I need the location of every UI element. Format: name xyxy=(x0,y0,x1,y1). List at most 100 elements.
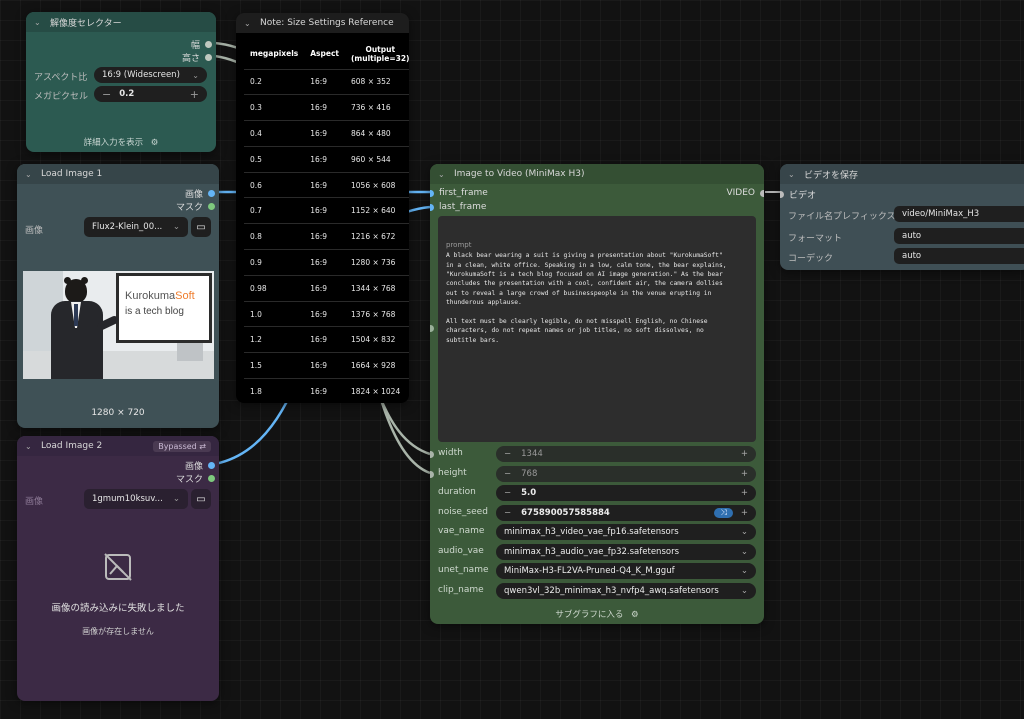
input-dot-icon[interactable] xyxy=(430,189,434,197)
format-select[interactable]: auto xyxy=(894,228,1024,244)
collapse-chevron-icon[interactable]: ⌄ xyxy=(244,19,254,28)
table-row: 0.2 16:9 608 × 352 xyxy=(244,68,409,95)
codec-select[interactable]: auto xyxy=(894,248,1024,264)
combo-select[interactable]: qwen3vl_32b_minimax_h3_nvfp4_awq.safeten… xyxy=(496,582,756,599)
bypassed-badge[interactable]: Bypassed ⇄ xyxy=(153,440,211,452)
node-title: ビデオを保存 xyxy=(804,170,859,181)
save-video-node[interactable]: ⌄ ビデオを保存 ビデオ ファイル名プレフィックス video/MiniMax_… xyxy=(780,164,1024,270)
combo-select[interactable]: MiniMax-H3-FL2VA-Pruned-Q4_K_M.gguf ⌄ xyxy=(496,563,756,579)
resolution-node-header[interactable]: ⌄ 解像度セレクター xyxy=(26,12,216,32)
image-label: 画像 xyxy=(25,226,44,236)
show-details-link[interactable]: 詳細入力を表示 ⚙ xyxy=(26,136,216,148)
output-image[interactable]: 画像 xyxy=(185,459,215,472)
aspect-select[interactable]: 16:9 (Widescreen) ⌄ xyxy=(94,67,207,83)
output-dot-icon[interactable] xyxy=(208,462,215,469)
load1-header[interactable]: ⌄ Load Image 1 xyxy=(17,164,219,184)
param-row-vae-name[interactable]: vae_name minimax_h3_video_vae_fp16.safete… xyxy=(430,522,764,542)
randomize-icon[interactable]: ⤨ xyxy=(714,507,733,518)
megapixel-value[interactable]: 0.2 xyxy=(119,89,134,99)
input-dot-icon[interactable] xyxy=(430,451,434,458)
increment-button[interactable]: + xyxy=(190,88,199,101)
combo-select[interactable]: minimax_h3_audio_vae_fp32.safetensors ⌄ xyxy=(496,543,756,560)
input-dot-icon[interactable] xyxy=(780,191,784,198)
save-node-header[interactable]: ⌄ ビデオを保存 xyxy=(780,164,1024,184)
param-label: vae_name xyxy=(438,526,485,536)
param-row-noise-seed[interactable]: noise_seed −675890057585884 ⤨ + xyxy=(430,503,764,523)
upload-folder-button[interactable]: ▭ xyxy=(191,217,211,237)
decrement-button[interactable]: − xyxy=(102,88,111,101)
enter-subgraph-link[interactable]: サブグラフに入る ⚙ xyxy=(430,608,764,620)
param-row-unet-name[interactable]: unet_name MiniMax-H3-FL2VA-Pruned-Q4_K_M.… xyxy=(430,561,764,581)
param-row-audio-vae[interactable]: audio_vae minimax_h3_audio_vae_fp32.safet… xyxy=(430,542,764,562)
video-node-header[interactable]: ⌄ Image to Video (MiniMax H3) xyxy=(430,164,764,184)
megapixel-stepper[interactable]: − 0.2 + xyxy=(94,86,207,102)
number-stepper[interactable]: −675890057585884 ⤨ + xyxy=(496,504,756,521)
output-label: 画像 xyxy=(184,190,203,200)
output-label: VIDEO xyxy=(726,188,755,198)
note-header[interactable]: ⌄ Note: Size Settings Reference xyxy=(236,13,409,33)
prefix-value[interactable]: video/MiniMax_H3 xyxy=(902,209,979,219)
output-dot-icon[interactable] xyxy=(208,203,215,210)
number-stepper[interactable]: −5.0 + xyxy=(496,485,756,501)
decrement-button[interactable]: − xyxy=(504,469,511,479)
input-last-frame[interactable]: last_frame xyxy=(430,202,486,212)
output-dot-icon[interactable] xyxy=(208,475,215,482)
param-row-clip-name[interactable]: clip_name qwen3vl_32b_minimax_h3_nvfp4_aw… xyxy=(430,581,764,601)
output-dot-icon[interactable] xyxy=(205,54,212,61)
load2-header[interactable]: ⌄ Load Image 2 Bypassed ⇄ xyxy=(17,436,219,456)
load-image-1-node[interactable]: ⌄ Load Image 1 画像 マスク 画像 Flux2-Klein_00.… xyxy=(17,164,219,428)
image-to-video-node[interactable]: ⌄ Image to Video (MiniMax H3) first_fram… xyxy=(430,164,764,624)
param-value: 1344 xyxy=(521,449,543,459)
output-width[interactable]: 幅 xyxy=(191,38,212,51)
collapse-chevron-icon[interactable]: ⌄ xyxy=(788,170,798,179)
upload-folder-button[interactable]: ▭ xyxy=(191,489,211,509)
file-select[interactable]: 1gmum10ksuv... ⌄ xyxy=(84,489,188,509)
combo-select[interactable]: minimax_h3_video_vae_fp16.safetensors ⌄ xyxy=(496,524,756,540)
collapse-chevron-icon[interactable]: ⌄ xyxy=(34,18,44,27)
prompt-textarea[interactable]: prompt A black bear wearing a suit is giv… xyxy=(438,216,756,442)
prompt-text[interactable]: A black bear wearing a suit is giving a … xyxy=(446,252,727,344)
decrement-button[interactable]: − xyxy=(504,449,511,459)
param-row-height[interactable]: height −768 + xyxy=(430,464,764,484)
decrement-button[interactable]: − xyxy=(504,488,511,498)
increment-button[interactable]: + xyxy=(741,449,748,459)
table-cell: 1.2 xyxy=(244,326,305,353)
resolution-selector-node[interactable]: ⌄ 解像度セレクター 幅 高さ アスペクト比 16:9 (Widescreen)… xyxy=(26,12,216,152)
input-dot-icon[interactable] xyxy=(430,203,434,211)
input-dot-icon[interactable] xyxy=(430,470,434,478)
bear-figure xyxy=(45,277,120,379)
output-dot-icon[interactable] xyxy=(760,189,764,197)
param-row-width[interactable]: width −1344 + xyxy=(430,444,764,464)
param-row-duration[interactable]: duration −5.0 + xyxy=(430,483,764,503)
param-label: noise_seed xyxy=(438,506,488,517)
output-height[interactable]: 高さ xyxy=(182,51,212,64)
table-cell: 1152 × 640 xyxy=(345,197,409,224)
decrement-button[interactable]: − xyxy=(504,508,511,518)
output-mask[interactable]: マスク xyxy=(176,472,215,485)
collapse-chevron-icon[interactable]: ⌄ xyxy=(25,170,35,179)
increment-button[interactable]: + xyxy=(741,469,748,479)
table-cell: 0.8 xyxy=(244,223,305,250)
number-stepper[interactable]: −768 + xyxy=(496,465,756,482)
size-reference-note-node[interactable]: ⌄ Note: Size Settings Reference megapixe… xyxy=(236,13,409,403)
collapse-chevron-icon[interactable]: ⌄ xyxy=(438,170,448,179)
output-image[interactable]: 画像 xyxy=(185,187,215,200)
input-first-frame[interactable]: first_frame xyxy=(430,188,488,198)
number-stepper[interactable]: −1344 + xyxy=(496,446,756,462)
subgraph-icon: ⚙ xyxy=(631,610,639,620)
table-row: 0.4 16:9 864 × 480 xyxy=(244,120,409,147)
param-value: 768 xyxy=(521,468,538,479)
input-video[interactable]: ビデオ xyxy=(780,188,816,201)
increment-button[interactable]: + xyxy=(741,508,748,518)
prompt-input-dot-icon[interactable] xyxy=(430,325,434,332)
output-mask[interactable]: マスク xyxy=(176,200,215,213)
prefix-input[interactable]: video/MiniMax_H3 xyxy=(894,206,1024,222)
increment-button[interactable]: + xyxy=(741,488,748,498)
output-video[interactable]: VIDEO xyxy=(726,188,764,198)
prompt-label: prompt xyxy=(446,240,472,249)
load-image-2-node[interactable]: ⌄ Load Image 2 Bypassed ⇄ 画像 マスク 画像 1gmu… xyxy=(17,436,219,701)
collapse-chevron-icon[interactable]: ⌄ xyxy=(25,442,35,451)
output-dot-icon[interactable] xyxy=(205,41,212,48)
file-select[interactable]: Flux2-Klein_00... ⌄ xyxy=(84,217,188,237)
output-dot-icon[interactable] xyxy=(208,190,215,197)
